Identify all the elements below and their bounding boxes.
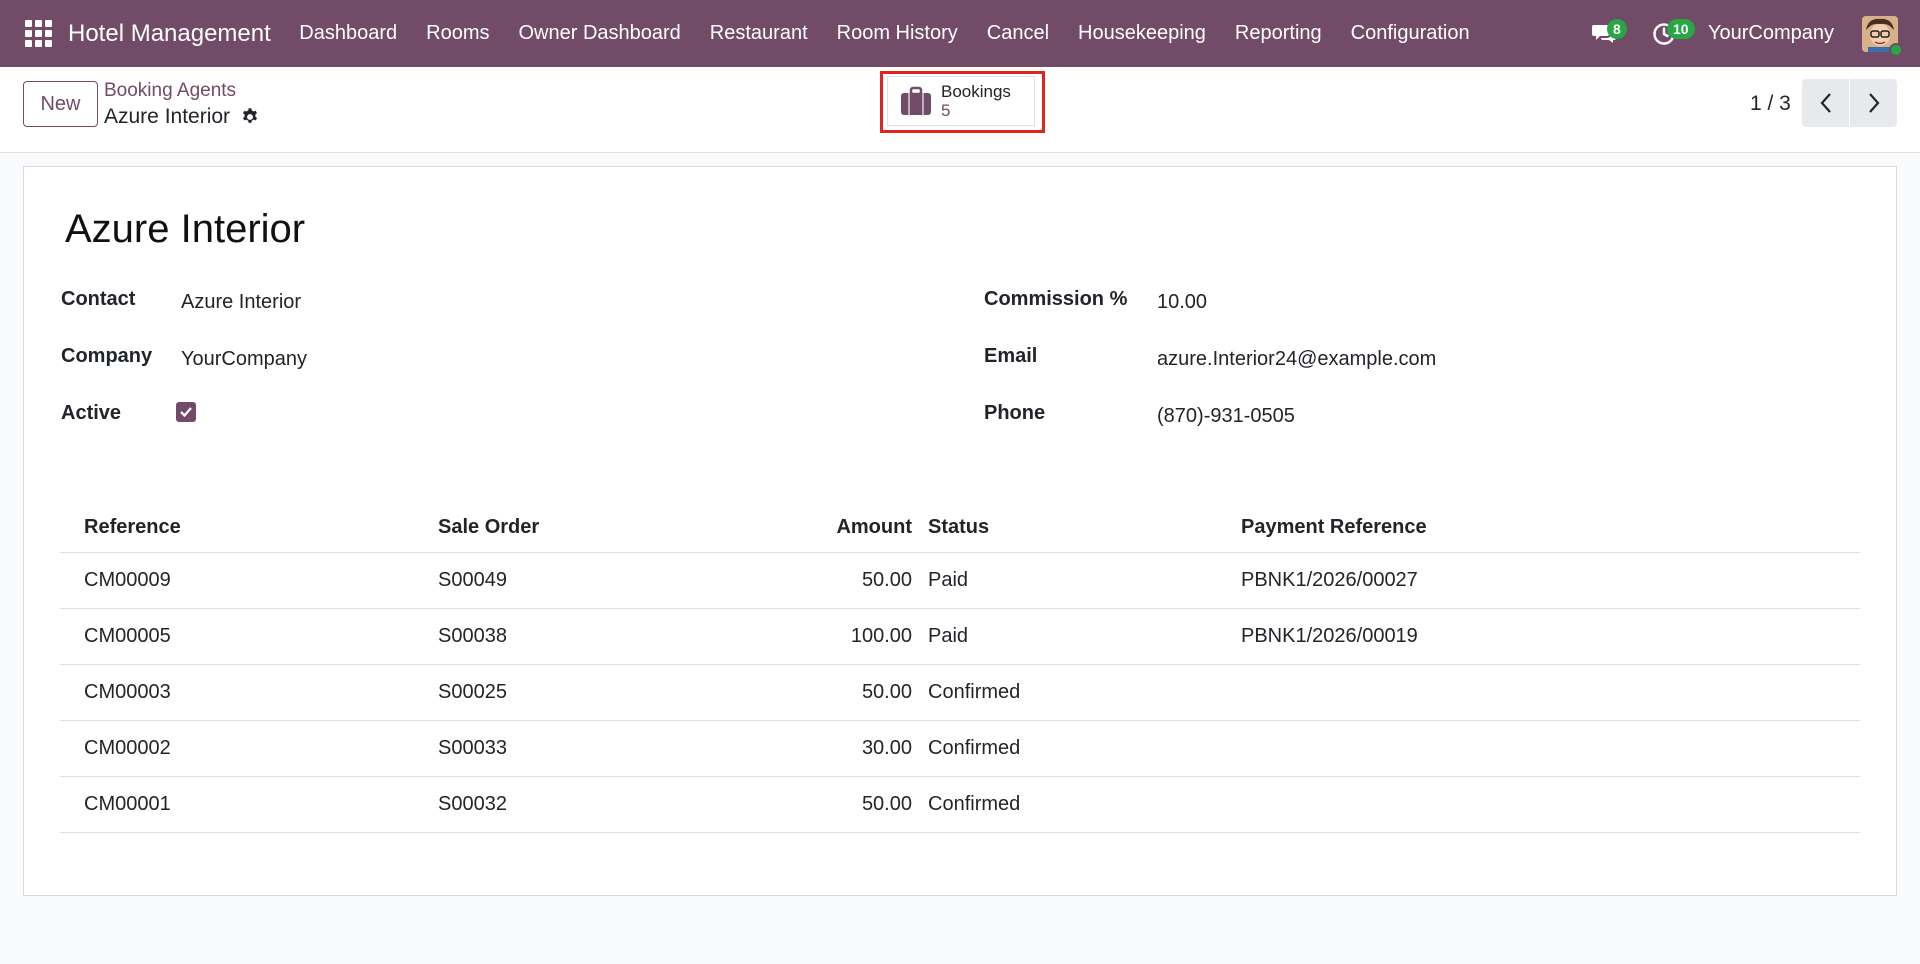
form-sheet: Azure Interior Contact Azure Interior Co…	[23, 166, 1897, 896]
menu-item-configuration[interactable]: Configuration	[1336, 22, 1484, 45]
cell-payment-reference: PBNK1/2026/00019	[1241, 625, 1418, 647]
cell-amount: 50.00	[861, 569, 912, 591]
chevron-left-icon	[1820, 93, 1831, 113]
active-label: Active	[61, 402, 122, 424]
header-payment-reference[interactable]: Payment Reference	[1241, 503, 1427, 552]
menu-item-rooms[interactable]: Rooms	[412, 22, 504, 45]
header-status[interactable]: Status	[928, 503, 989, 552]
pager-value[interactable]: 1 / 3	[1750, 92, 1791, 116]
menu-item-cancel[interactable]: Cancel	[972, 22, 1063, 45]
header-amount[interactable]: Amount	[836, 503, 912, 552]
cell-payment-reference: PBNK1/2026/00027	[1241, 569, 1418, 591]
menu-item-dashboard[interactable]: Dashboard	[285, 22, 412, 45]
table-row[interactable]: CM00002 S00033 30.00 Confirmed	[60, 721, 1860, 777]
cell-sale-order: S00038	[438, 625, 507, 647]
email-label: Email	[984, 345, 1038, 367]
breadcrumb-current: Azure Interior	[104, 105, 260, 129]
cell-sale-order: S00049	[438, 569, 507, 591]
app-name[interactable]: Hotel Management	[68, 20, 271, 48]
smart-button-text: Bookings 5	[941, 82, 1011, 120]
cell-reference: CM00003	[84, 681, 171, 703]
user-avatar[interactable]	[1862, 15, 1903, 57]
cell-sale-order: S00032	[438, 793, 507, 815]
smart-button-label: Bookings	[941, 82, 1011, 101]
cell-reference: CM00009	[84, 569, 171, 591]
company-label: Company	[61, 345, 153, 367]
cell-status: Confirmed	[928, 681, 1021, 703]
menu-item-housekeeping[interactable]: Housekeeping	[1064, 22, 1221, 45]
commission-label: Commission %	[984, 288, 1128, 310]
online-status-dot	[1889, 42, 1903, 57]
control-panel: New Booking Agents Azure Interior Bookin…	[0, 67, 1920, 153]
menu-item-room-history[interactable]: Room History	[822, 22, 972, 45]
header-sale-order[interactable]: Sale Order	[438, 503, 539, 552]
cell-amount: 100.00	[850, 625, 912, 647]
record-title[interactable]: Azure Interior	[65, 207, 305, 252]
table-row[interactable]: CM00005 S00038 100.00 Paid PBNK1/2026/00…	[60, 609, 1860, 665]
cell-amount: 50.00	[861, 681, 912, 703]
messages-badge: 8	[1606, 18, 1627, 39]
table-header: Reference Sale Order Amount Status Payme…	[60, 503, 1860, 553]
commission-table: Reference Sale Order Amount Status Payme…	[60, 503, 1860, 833]
breadcrumb-current-label: Azure Interior	[104, 105, 231, 128]
cell-amount: 30.00	[861, 737, 912, 759]
activities-badge: 10	[1666, 18, 1695, 39]
cell-reference: CM00002	[84, 737, 171, 759]
header-reference[interactable]: Reference	[84, 503, 181, 552]
cell-status: Confirmed	[928, 793, 1021, 815]
cell-sale-order: S00025	[438, 681, 507, 703]
gear-icon[interactable]	[240, 107, 260, 127]
cell-status: Paid	[928, 625, 969, 647]
messages-button[interactable]: 8	[1580, 14, 1628, 54]
active-checkbox[interactable]	[176, 402, 196, 422]
systray: 8 10 YourCompany	[1580, 0, 1920, 67]
company-switcher[interactable]: YourCompany	[1708, 22, 1834, 45]
chevron-right-icon	[1868, 93, 1879, 113]
table-row[interactable]: CM00003 S00025 50.00 Confirmed	[60, 665, 1860, 721]
smart-button-count: 5	[941, 101, 951, 120]
phone-label: Phone	[984, 402, 1046, 424]
activities-button[interactable]: 10	[1640, 14, 1695, 54]
menu-item-reporting[interactable]: Reporting	[1220, 22, 1336, 45]
top-navbar: Hotel Management Dashboard Rooms Owner D…	[0, 0, 1920, 67]
pager-next-button[interactable]	[1850, 79, 1897, 127]
table-row[interactable]: CM00009 S00049 50.00 Paid PBNK1/2026/000…	[60, 553, 1860, 609]
app-grid-icon[interactable]	[24, 20, 52, 48]
cell-reference: CM00001	[84, 793, 171, 815]
checkmark-icon	[180, 407, 192, 418]
new-button[interactable]: New	[23, 81, 98, 127]
bookings-smart-button[interactable]: Bookings 5	[887, 76, 1035, 126]
cell-status: Paid	[928, 569, 969, 591]
contact-field[interactable]: Azure Interior	[181, 291, 301, 314]
menu-item-restaurant[interactable]: Restaurant	[695, 22, 822, 45]
breadcrumb-booking-agents[interactable]: Booking Agents	[104, 80, 236, 102]
cell-reference: CM00005	[84, 625, 171, 647]
briefcase-icon	[901, 86, 931, 115]
cell-sale-order: S00033	[438, 737, 507, 759]
main-menu: Dashboard Rooms Owner Dashboard Restaura…	[285, 22, 1484, 45]
cell-amount: 50.00	[861, 793, 912, 815]
cell-status: Confirmed	[928, 737, 1021, 759]
contact-label: Contact	[61, 288, 136, 310]
phone-field[interactable]: (870)-931-0505	[1157, 405, 1295, 428]
commission-field[interactable]: 10.00	[1157, 291, 1207, 314]
email-field[interactable]: azure.Interior24@example.com	[1157, 348, 1436, 371]
table-row[interactable]: CM00001 S00032 50.00 Confirmed	[60, 777, 1860, 833]
menu-item-owner-dashboard[interactable]: Owner Dashboard	[504, 22, 695, 45]
pager-previous-button[interactable]	[1802, 79, 1849, 127]
company-field[interactable]: YourCompany	[181, 348, 307, 371]
